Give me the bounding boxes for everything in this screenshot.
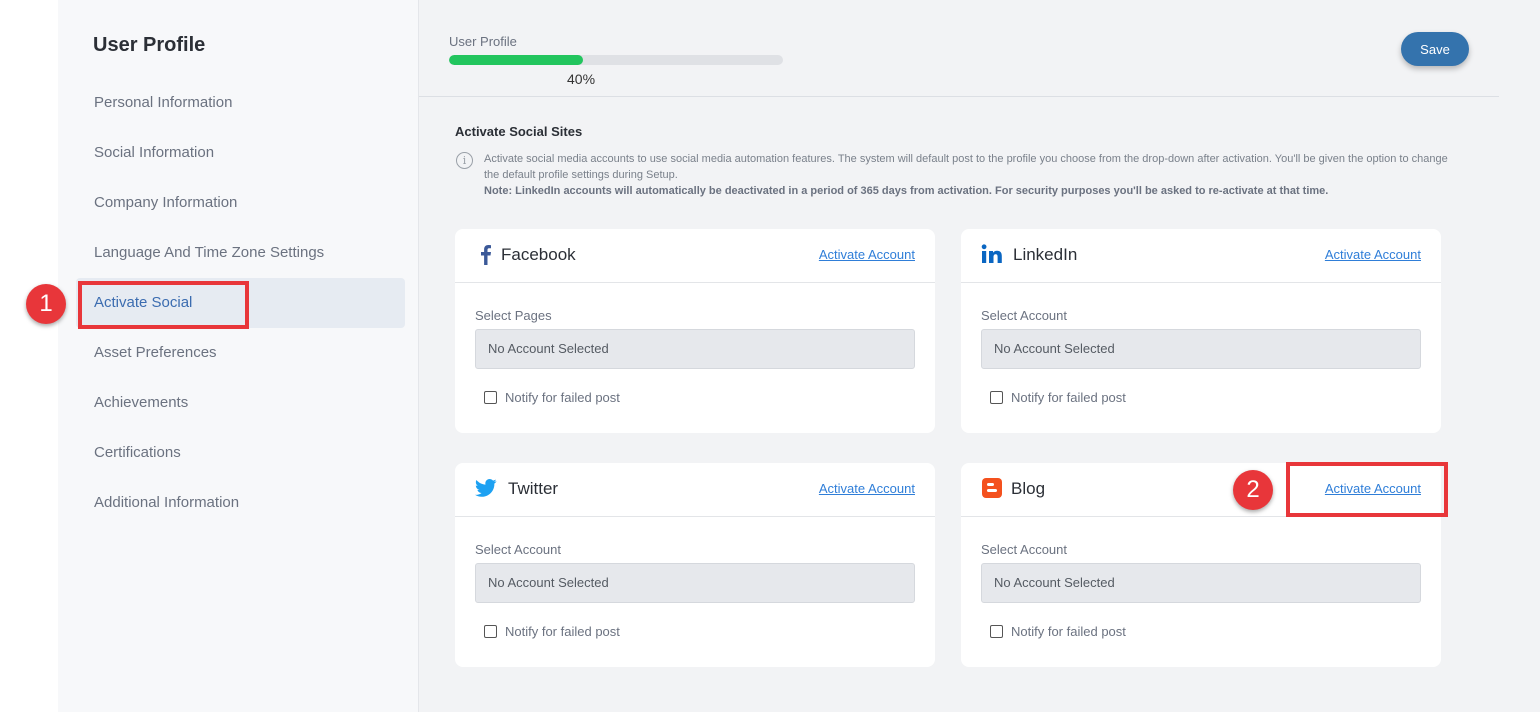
notify-label: Notify for failed post (1011, 624, 1126, 639)
annotation-badge-2: 2 (1233, 470, 1273, 510)
sidebar-item-achievements[interactable]: Achievements (76, 378, 405, 428)
notify-checkbox[interactable] (990, 391, 1003, 404)
facebook-icon (481, 245, 491, 265)
sidebar-item-certifications[interactable]: Certifications (76, 428, 405, 478)
facebook-card: Facebook Activate Account Select Pages N… (455, 229, 935, 433)
sidebar-item-language-time-zone[interactable]: Language And Time Zone Settings (76, 228, 405, 278)
sidebar: User Profile Personal Information Social… (58, 0, 419, 712)
annotation-highlight-2 (1286, 462, 1448, 517)
sidebar-item-additional-information[interactable]: Additional Information (76, 478, 405, 528)
info-text: Activate social media accounts to use so… (484, 151, 1454, 199)
notify-failed-post[interactable]: Notify for failed post (990, 390, 1126, 405)
notify-label: Notify for failed post (505, 390, 620, 405)
notify-label: Notify for failed post (505, 624, 620, 639)
sidebar-item-label: Achievements (94, 394, 189, 411)
header-divider (419, 96, 1499, 97)
activate-account-link[interactable]: Activate Account (1325, 247, 1421, 262)
sidebar-item-label: Certifications (94, 444, 181, 461)
notify-label: Notify for failed post (1011, 390, 1126, 405)
card-header: Facebook Activate Account (455, 229, 935, 283)
sidebar-item-label: Language And Time Zone Settings (94, 244, 325, 261)
activate-account-link[interactable]: Activate Account (819, 481, 915, 496)
card-title: LinkedIn (1013, 245, 1078, 264)
linkedin-icon (981, 244, 1002, 263)
save-button[interactable]: Save (1401, 32, 1469, 66)
notify-checkbox[interactable] (484, 625, 497, 638)
section-title: Activate Social Sites (455, 124, 583, 139)
annotation-badge-1: 1 (26, 284, 66, 324)
twitter-card: Twitter Activate Account Select Account … (455, 463, 935, 667)
sidebar-item-label: Asset Preferences (94, 344, 217, 361)
sidebar-item-asset-preferences[interactable]: Asset Preferences (76, 328, 405, 378)
info-icon: i (456, 152, 473, 169)
notify-failed-post[interactable]: Notify for failed post (484, 624, 620, 639)
notify-failed-post[interactable]: Notify for failed post (990, 624, 1126, 639)
field-label: Select Account (981, 308, 1067, 323)
info-description: Activate social media accounts to use so… (484, 153, 1448, 181)
notify-checkbox[interactable] (484, 391, 497, 404)
field-label: Select Account (475, 542, 561, 557)
progress-percent: 40% (567, 71, 596, 87)
annotation-highlight-1 (78, 281, 249, 329)
linkedin-card: LinkedIn Activate Account Select Account… (961, 229, 1441, 433)
account-select[interactable]: No Account Selected (475, 329, 915, 369)
sidebar-item-label: Additional Information (94, 494, 240, 511)
progress-bar (449, 55, 783, 65)
main-content: User Profile 40% Save Activate Social Si… (419, 0, 1540, 712)
activate-account-link[interactable]: Activate Account (819, 247, 915, 262)
card-header: LinkedIn Activate Account (961, 229, 1441, 283)
sidebar-item-label: Personal Information (94, 94, 233, 111)
card-title: Twitter (508, 479, 559, 498)
twitter-icon (475, 478, 497, 497)
card-header: Twitter Activate Account (455, 463, 935, 517)
notify-checkbox[interactable] (990, 625, 1003, 638)
progress-fill (449, 55, 583, 65)
account-select[interactable]: No Account Selected (981, 329, 1421, 369)
sidebar-item-personal-information[interactable]: Personal Information (76, 78, 405, 128)
card-title: Blog (1011, 479, 1046, 498)
progress-label: User Profile (449, 34, 517, 49)
sidebar-item-social-information[interactable]: Social Information (76, 128, 405, 178)
blogger-icon (982, 478, 1002, 498)
sidebar-item-label: Company Information (94, 194, 238, 211)
sidebar-item-company-information[interactable]: Company Information (76, 178, 405, 228)
notify-failed-post[interactable]: Notify for failed post (484, 390, 620, 405)
account-select[interactable]: No Account Selected (475, 563, 915, 603)
field-label: Select Account (981, 542, 1067, 557)
sidebar-title: User Profile (93, 34, 206, 56)
account-select[interactable]: No Account Selected (981, 563, 1421, 603)
field-label: Select Pages (475, 308, 552, 323)
info-note: Note: LinkedIn accounts will automatical… (484, 185, 1329, 197)
card-title: Facebook (501, 245, 576, 264)
sidebar-item-label: Social Information (94, 144, 215, 161)
